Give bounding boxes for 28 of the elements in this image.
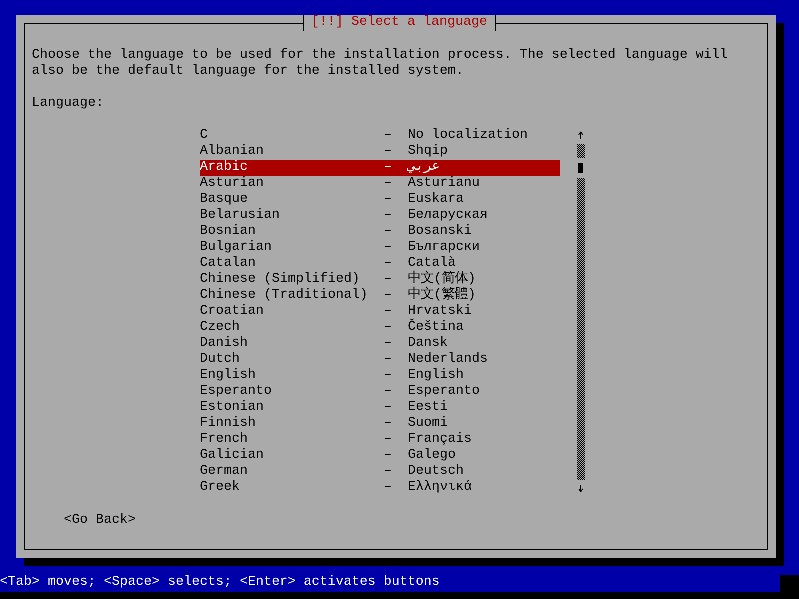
- language-option[interactable]: Basque – Euskara: [200, 192, 560, 208]
- language-option[interactable]: Greek – Ελληνικά: [200, 480, 560, 496]
- language-option[interactable]: Bulgarian – Български: [200, 240, 560, 256]
- go-back-button[interactable]: <Go Back>: [64, 513, 136, 529]
- list-label: Language:: [32, 96, 105, 112]
- intro-text: also be the default language for the installed system.: [32, 64, 465, 80]
- language-option[interactable]: Asturian – Asturianu: [200, 176, 560, 192]
- dialog-title: [!!] Select a language: [302, 15, 496, 31]
- language-option[interactable]: Finnish – Suomi: [200, 416, 560, 432]
- language-option[interactable]: Catalan – Català: [200, 256, 560, 272]
- language-option[interactable]: English – English: [200, 368, 560, 384]
- language-option[interactable]: French – Français: [200, 432, 560, 448]
- language-option[interactable]: Dutch – Nederlands: [200, 352, 560, 368]
- language-option[interactable]: German – Deutsch: [200, 464, 560, 480]
- language-option[interactable]: C – No localization: [200, 128, 560, 144]
- language-option[interactable]: Belarusian – Беларуская: [200, 208, 560, 224]
- language-option[interactable]: Czech – Čeština: [200, 320, 560, 336]
- language-option[interactable]: Croatian – Hrvatski: [200, 304, 560, 320]
- status-bar: <Tab> moves; <Space> selects; <Enter> activates buttons: [0, 575, 780, 592]
- language-option[interactable]: Estonian – Eesti: [200, 400, 560, 416]
- language-option[interactable]: Esperanto – Esperanto: [200, 384, 560, 400]
- language-option[interactable]: Albanian – Shqip: [200, 144, 560, 160]
- language-option[interactable]: Bosnian – Bosanski: [200, 224, 560, 240]
- language-option[interactable]: Galician – Galego: [200, 448, 560, 464]
- language-option[interactable]: Chinese (Traditional) – 中文(繁體): [200, 288, 560, 304]
- intro-text: Choose the language to be used for the installation process. The selected language will: [32, 48, 729, 64]
- language-option[interactable]: Danish – Dansk: [200, 336, 560, 352]
- language-option[interactable]: Chinese (Simplified) – 中文(简体): [200, 272, 560, 288]
